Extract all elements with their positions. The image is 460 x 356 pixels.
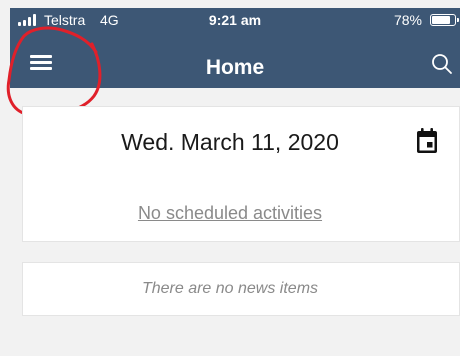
news-card: There are no news items	[22, 262, 460, 316]
current-date: Wed. March 11, 2020	[121, 129, 339, 155]
search-icon	[432, 54, 452, 74]
date-card: Wed. March 11, 2020 No scheduled activit…	[22, 106, 460, 242]
battery-percentage: 78%	[393, 12, 422, 28]
status-time: 9:21 am	[208, 12, 262, 28]
app-header: Telstra 4G 9:21 am 78% Home	[10, 8, 460, 88]
calendar-icon	[417, 128, 437, 153]
news-empty-message: There are no news items	[141, 280, 319, 297]
no-activities-link[interactable]: No scheduled activities	[23, 203, 459, 224]
status-bar: Telstra 4G 9:21 am 78%	[10, 8, 460, 32]
page-title: Home	[205, 56, 265, 79]
calendar-button[interactable]	[415, 127, 439, 155]
search-button[interactable]	[430, 52, 454, 76]
battery-icon	[430, 14, 459, 26]
